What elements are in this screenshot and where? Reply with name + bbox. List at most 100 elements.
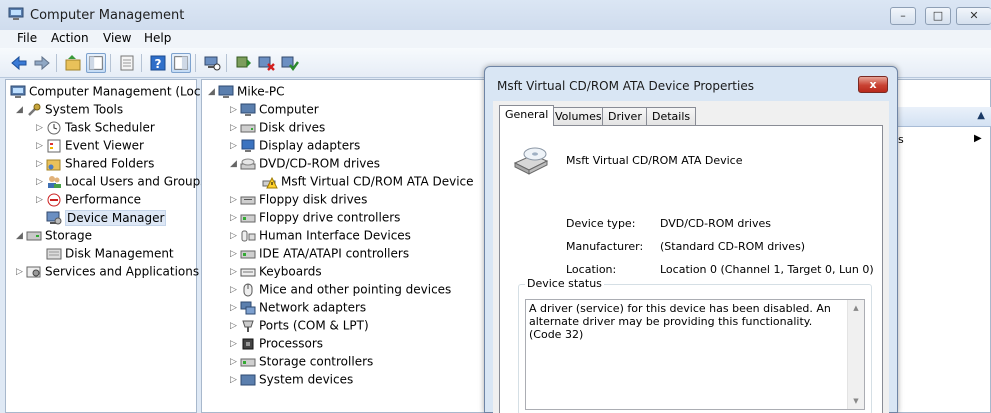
menu-view[interactable]: View [103,31,131,45]
device-properties-dialog: Msft Virtual CD/ROM ATA Device Propertie… [484,66,898,413]
device-category-ports[interactable]: ▷ Ports (COM & LPT) [230,316,369,334]
tree-root-computer-management[interactable]: Computer Management (Local [10,82,211,100]
tree-item-storage[interactable]: ◢ Storage [16,226,92,244]
tree-item-event-viewer[interactable]: ▷ Event Viewer [36,136,144,154]
controller-icon [240,214,256,222]
storage-controller-icon [240,358,256,366]
computer-management-icon [8,7,24,20]
device-category-computer[interactable]: ▷ Computer [230,100,319,118]
device-category-display-adapters[interactable]: ▷ Display adapters [230,136,360,154]
collapsed-arrow-icon[interactable]: ▷ [36,119,46,137]
expanded-arrow-icon[interactable]: ◢ [16,227,26,245]
scroll-up-icon[interactable]: ▲ [848,300,864,316]
window-title: Computer Management [30,8,185,23]
computer-icon [240,103,256,116]
tree-item-device-manager[interactable]: Device Manager [46,208,167,226]
collapsed-arrow-icon[interactable]: ▷ [36,191,46,209]
port-icon [242,320,254,332]
enable-device-icon[interactable] [279,53,299,73]
device-category-processors[interactable]: ▷ Processors [230,334,323,352]
disk-drive-icon [240,124,256,132]
device-tree-root[interactable]: ◢ Mike-PC [208,82,285,100]
collapsed-arrow-icon[interactable]: ▷ [230,263,240,281]
more-actions-arrow-icon[interactable]: ▶ [974,133,982,144]
manufacturer-label: Manufacturer: [566,240,644,253]
device-category-mice[interactable]: ▷ Mice and other pointing devices [230,280,451,298]
forward-arrow-icon[interactable] [32,53,52,73]
tree-item-task-scheduler[interactable]: ▷ Task Scheduler [36,118,155,136]
collapsed-arrow-icon[interactable]: ▷ [36,155,46,173]
uninstall-device-icon[interactable] [256,53,276,73]
title-bar: Computer Management – □ ✕ [0,0,991,30]
menu-help[interactable]: Help [144,31,171,45]
help-icon[interactable]: ? [148,53,168,73]
collapsed-arrow-icon[interactable]: ▷ [230,317,240,335]
collapsed-arrow-icon[interactable]: ▷ [230,281,240,299]
status-scrollbar[interactable]: ▲ ▼ [847,300,864,409]
device-msft-virtual-cd-rom[interactable]: Msft Virtual CD/ROM ATA Device [262,172,474,190]
collapsed-arrow-icon[interactable]: ▷ [230,191,240,209]
scan-hardware-icon[interactable] [202,53,222,73]
clock-icon [47,121,61,134]
collapsed-arrow-icon[interactable]: ▷ [230,101,240,119]
tree-item-system-tools[interactable]: ◢ System Tools [16,100,123,118]
minimize-button[interactable]: – [890,7,916,25]
collapsed-arrow-icon[interactable]: ▷ [36,173,46,191]
collapsed-arrow-icon[interactable]: ▷ [230,137,240,155]
device-category-keyboards[interactable]: ▷ Keyboards [230,262,322,280]
device-status-label: Device status [525,277,604,290]
hid-icon [241,230,256,241]
scroll-down-icon[interactable]: ▼ [848,393,864,409]
tab-volumes[interactable]: Volumes [549,107,608,125]
collapsed-arrow-icon[interactable]: ▷ [230,227,240,245]
up-folder-icon[interactable] [63,53,83,73]
show-action-pane-icon[interactable] [171,53,191,73]
expanded-arrow-icon[interactable]: ◢ [208,83,218,101]
device-category-disk-drives[interactable]: ▷ Disk drives [230,118,325,136]
expanded-arrow-icon[interactable]: ◢ [230,155,240,173]
device-category-ide-ata-atapi-controllers[interactable]: ▷ IDE ATA/ATAPI controllers [230,244,409,262]
collapsed-arrow-icon[interactable]: ▷ [230,335,240,353]
tab-driver[interactable]: Driver [602,107,648,125]
collapsed-arrow-icon[interactable]: ▷ [36,137,46,155]
device-category-dvd-cd-rom-drives[interactable]: ◢ DVD/CD-ROM drives [230,154,380,172]
actions-header[interactable]: ▲ [897,107,991,127]
collapsed-arrow-icon[interactable]: ▷ [230,245,240,263]
maximize-button[interactable]: □ [925,7,951,25]
collapsed-arrow-icon[interactable]: ▷ [230,209,240,227]
collapsed-arrow-icon[interactable]: ▷ [16,263,26,281]
show-hide-console-tree-icon[interactable] [86,53,106,73]
collapsed-arrow-icon[interactable]: ▷ [230,371,240,389]
actions-item-partial[interactable]: s [898,133,904,146]
close-window-button[interactable]: ✕ [956,7,991,25]
tools-icon [28,103,41,116]
menu-action[interactable]: Action [51,31,89,45]
collapse-up-icon[interactable]: ▲ [977,110,985,121]
tree-item-services-and-applications[interactable]: ▷ Services and Applications [16,262,199,280]
device-category-storage-controllers[interactable]: ▷ Storage controllers [230,352,373,370]
properties-icon[interactable] [117,53,137,73]
tree-item-disk-management[interactable]: Disk Management [36,244,174,262]
collapsed-arrow-icon[interactable]: ▷ [230,119,240,137]
back-arrow-icon[interactable] [9,53,29,73]
device-category-floppy-drive-controllers[interactable]: ▷ Floppy drive controllers [230,208,400,226]
storage-icon [26,231,42,240]
update-driver-icon[interactable] [233,53,253,73]
device-category-floppy-disk-drives[interactable]: ▷ Floppy disk drives [230,190,367,208]
device-status-textbox[interactable]: A driver (service) for this device has b… [525,299,865,410]
collapsed-arrow-icon[interactable]: ▷ [230,299,240,317]
device-category-system-devices[interactable]: ▷ System devices [230,370,353,388]
shared-folder-icon [46,159,61,170]
tree-item-performance[interactable]: ▷ Performance [36,190,141,208]
menu-file[interactable]: File [17,31,37,45]
device-status-text: A driver (service) for this device has b… [529,302,831,341]
tree-item-shared-folders[interactable]: ▷ Shared Folders [36,154,154,172]
tab-general[interactable]: General [499,105,555,126]
collapsed-arrow-icon[interactable]: ▷ [230,353,240,371]
expanded-arrow-icon[interactable]: ◢ [16,101,26,119]
device-category-human-interface-devices[interactable]: ▷ Human Interface Devices [230,226,411,244]
dialog-close-button[interactable]: x [858,76,888,93]
tab-details[interactable]: Details [646,107,697,125]
device-category-network-adapters[interactable]: ▷ Network adapters [230,298,366,316]
tree-item-local-users-and-groups[interactable]: ▷ Local Users and Groups [36,172,207,190]
